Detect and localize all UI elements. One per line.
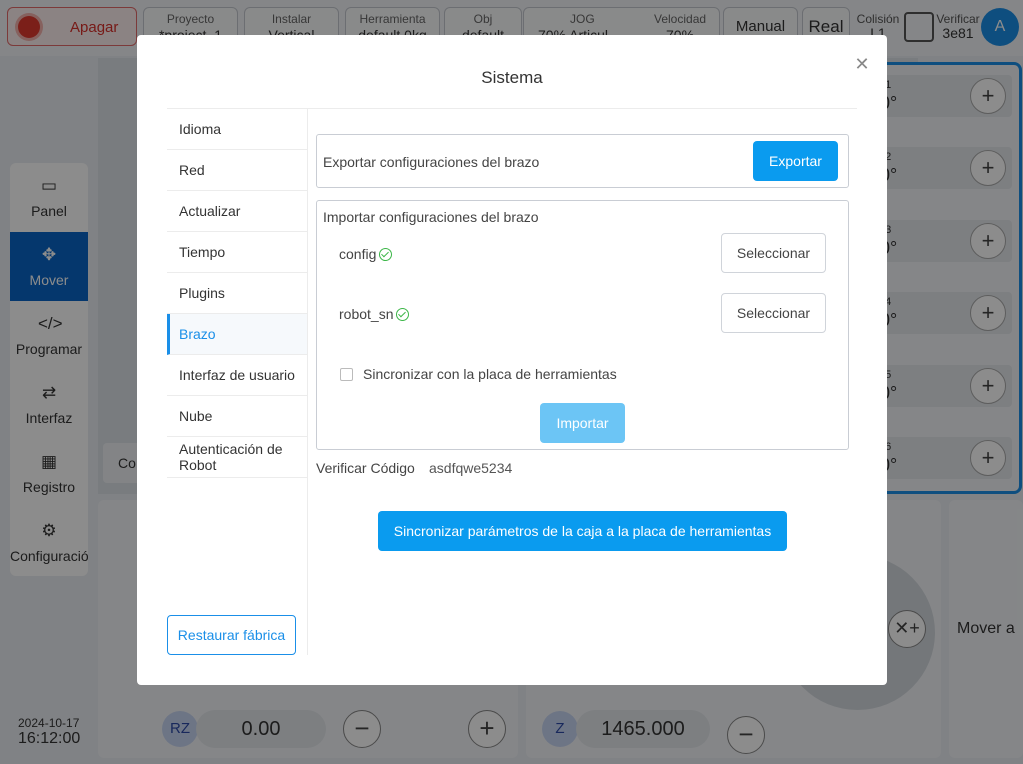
select-config-button[interactable]: Seleccionar <box>721 233 826 273</box>
file-robot-sn-label: robot_sn <box>339 306 410 322</box>
menu-item-user-interface[interactable]: Interfaz de usuario <box>167 355 307 396</box>
import-button[interactable]: Importar <box>540 403 625 443</box>
file-name: config <box>339 246 377 262</box>
factory-reset-button[interactable]: Restaurar fábrica <box>167 615 296 655</box>
verify-code-value: asdfqwe5234 <box>429 460 513 476</box>
menu-divider <box>307 109 308 655</box>
check-circle-icon <box>379 248 393 261</box>
select-robot-sn-button[interactable]: Seleccionar <box>721 293 826 333</box>
sync-tool-label: Sincronizar con la placa de herramientas <box>363 366 617 382</box>
export-label: Exportar configuraciones del brazo <box>323 154 540 170</box>
close-icon[interactable]: ✕ <box>853 55 871 73</box>
check-circle-icon <box>396 308 410 321</box>
menu-item-update[interactable]: Actualizar <box>167 191 307 232</box>
menu-item-robot-auth[interactable]: Autenticación de Robot <box>167 437 307 478</box>
sync-tool-checkbox[interactable] <box>340 368 353 381</box>
menu-item-network[interactable]: Red <box>167 150 307 191</box>
menu-item-plugins[interactable]: Plugins <box>167 273 307 314</box>
import-section: Importar configuraciones del brazo confi… <box>316 200 849 450</box>
file-name: robot_sn <box>339 306 394 322</box>
sync-params-button[interactable]: Sincronizar parámetros de la caja a la p… <box>378 511 787 551</box>
menu-item-cloud[interactable]: Nube <box>167 396 307 437</box>
menu-item-arm[interactable]: Brazo <box>167 314 307 355</box>
verify-code-label: Verificar Código <box>316 460 415 476</box>
menu-item-language[interactable]: Idioma <box>167 109 307 150</box>
file-config-label: config <box>339 246 393 262</box>
menu-item-time[interactable]: Tiempo <box>167 232 307 273</box>
dialog-title: Sistema <box>481 68 543 87</box>
export-section: Exportar configuraciones del brazo Expor… <box>316 134 849 188</box>
import-title: Importar configuraciones del brazo <box>323 209 539 225</box>
export-button[interactable]: Exportar <box>753 141 838 181</box>
system-dialog: Sistema ✕ Idioma Red Actualizar Tiempo P… <box>137 35 887 685</box>
settings-menu: Idioma Red Actualizar Tiempo Plugins Bra… <box>167 109 307 478</box>
